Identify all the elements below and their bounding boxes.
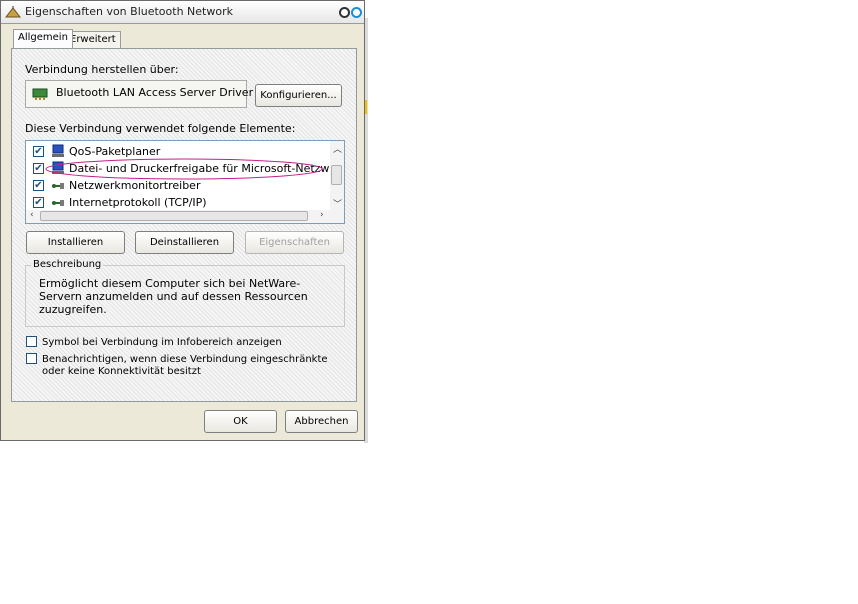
- scroll-right-arrow-icon[interactable]: ›: [320, 210, 324, 220]
- minimize-button[interactable]: [339, 7, 350, 18]
- annotation-ellipse: [45, 158, 323, 180]
- notify-checkbox[interactable]: [26, 353, 37, 364]
- list-item-label: Internetprotokoll (TCP/IP): [69, 196, 207, 209]
- tab-advanced-label: Erweitert: [70, 34, 116, 45]
- tab-advanced[interactable]: Erweitert: [65, 31, 121, 48]
- ok-button[interactable]: OK: [204, 410, 277, 433]
- show-icon-checkbox[interactable]: [26, 336, 37, 347]
- vertical-scrollbar[interactable]: ︿ ﹀: [330, 141, 344, 211]
- scroll-left-arrow-icon[interactable]: ‹: [30, 210, 34, 220]
- show-icon-label[interactable]: Symbol bei Verbindung im Infobereich anz…: [42, 337, 282, 348]
- protocol-icon: [52, 200, 64, 206]
- list-item[interactable]: ✔ Internetprotokoll (TCP/IP): [26, 194, 331, 211]
- tab-general-label: Allgemein: [18, 32, 68, 43]
- properties-button[interactable]: Eigenschaften: [245, 231, 344, 254]
- install-button[interactable]: Installieren: [26, 231, 125, 254]
- uninstall-button[interactable]: Deinstallieren: [135, 231, 234, 254]
- scroll-down-arrow-icon[interactable]: ﹀: [333, 197, 342, 210]
- title-bar[interactable]: Eigenschaften von Bluetooth Network: [1, 1, 364, 24]
- description-text: Ermöglicht diesem Computer sich bei NetW…: [39, 277, 308, 316]
- connect-using-label: Verbindung herstellen über:: [25, 63, 179, 76]
- tab-general[interactable]: Allgemein: [13, 29, 73, 48]
- notify-label[interactable]: Benachrichtigen, wenn diese Verbindung e…: [42, 354, 332, 378]
- description-legend: Beschreibung: [31, 259, 104, 270]
- horizontal-scrollbar[interactable]: ‹ ›: [26, 210, 344, 223]
- network-connection-icon: [5, 6, 21, 18]
- scroll-up-arrow-icon[interactable]: ︿: [333, 142, 342, 155]
- elements-label: Diese Verbindung verwendet folgende Elem…: [25, 122, 296, 135]
- scroll-thumb[interactable]: [331, 165, 342, 185]
- window-title: Eigenschaften von Bluetooth Network: [25, 5, 233, 18]
- close-button[interactable]: [351, 7, 362, 18]
- adapter-name: Bluetooth LAN Access Server Driver: [56, 86, 254, 99]
- list-item-checkbox[interactable]: ✔: [33, 197, 44, 208]
- properties-dialog: Eigenschaften von Bluetooth Network Allg…: [0, 0, 365, 441]
- cancel-button[interactable]: Abbrechen: [285, 410, 358, 433]
- configure-button[interactable]: Konfigurieren...: [255, 84, 342, 107]
- adapter-box: Bluetooth LAN Access Server Driver: [25, 80, 253, 108]
- network-adapter-icon: [32, 88, 48, 100]
- scroll-thumb[interactable]: [40, 211, 308, 221]
